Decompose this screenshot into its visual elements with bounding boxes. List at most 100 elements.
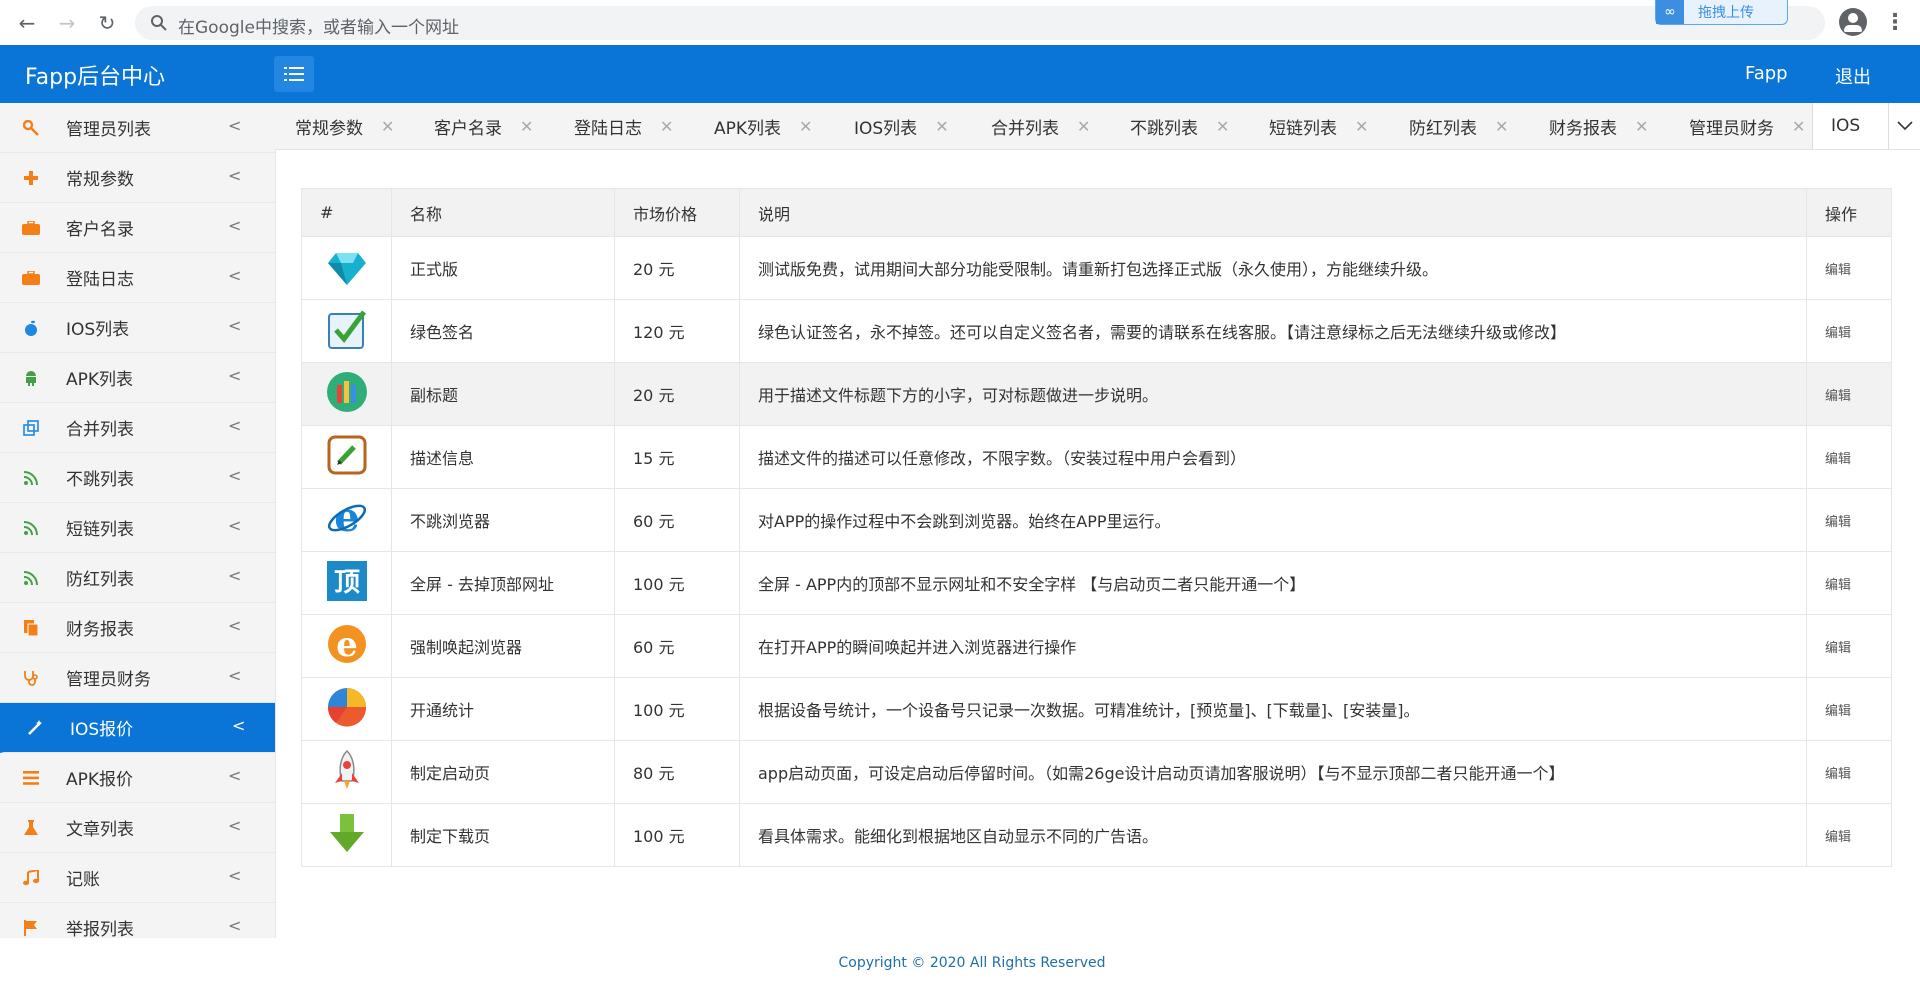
chevron-left-icon: < xyxy=(228,316,242,335)
rss-icon xyxy=(22,469,40,487)
sidebar-item[interactable]: APK报价 < xyxy=(0,753,275,803)
row-price: 100 元 xyxy=(614,677,740,741)
flag-icon xyxy=(22,919,40,937)
tab[interactable]: 合并列表 ✕ xyxy=(991,103,1090,149)
reload-icon[interactable]: ↻ xyxy=(94,10,120,36)
sidebar-item[interactable]: 登陆日志 < xyxy=(0,253,275,303)
row-desc: 用于描述文件标题下方的小字，可对标题做进一步说明。 xyxy=(739,362,1807,426)
tab[interactable]: 登陆日志 ✕ xyxy=(574,103,673,149)
table-row: 制定启动页 80 元 app启动页面，可设定启动后停留时间。（如需26ge设计启动页… xyxy=(301,740,1892,804)
sidebar-item[interactable]: 客户名录 < xyxy=(0,203,275,253)
stethoscope-icon xyxy=(22,669,40,687)
sidebar-item-label: 登陆日志 xyxy=(66,270,134,290)
close-icon[interactable]: ✕ xyxy=(1792,117,1805,136)
sidebar-item[interactable]: IOS列表 < xyxy=(0,303,275,353)
sidebar-item[interactable]: 常规参数 < xyxy=(0,153,275,203)
row-desc: 在打开APP的瞬间唤起并进入浏览器进行操作 xyxy=(739,614,1807,678)
close-icon[interactable]: ✕ xyxy=(520,117,533,136)
sidebar-item-label: IOS报价 xyxy=(70,720,134,740)
row-desc: 描述文件的描述可以任意修改，不限字数。（安装过程中用户会看到） xyxy=(739,425,1807,489)
row-desc: 全屏 - APP内的顶部不显示网址和不安全字样 【与启动页二者只能开通一个】 xyxy=(739,551,1807,615)
upload-badge-label: 拖拽上传 xyxy=(1698,5,1754,21)
row-icon-cell: e xyxy=(301,488,392,552)
tab[interactable]: 财务报表 ✕ xyxy=(1549,103,1648,149)
table-row: 副标题 20 元用于描述文件标题下方的小字，可对标题做进一步说明。 编辑 xyxy=(301,362,1892,426)
table-row: 绿色签名 120 元绿色认证签名，永不掉签。还可以自定义签名者，需要的请联系在线客… xyxy=(301,299,1892,363)
edit-link[interactable]: 编辑 xyxy=(1825,578,1851,593)
baidu-pan-icon: ∞ xyxy=(1656,0,1684,24)
file-icon xyxy=(22,619,40,637)
tab[interactable]: 不跳列表 ✕ xyxy=(1130,103,1229,149)
row-icon-cell: 顶 xyxy=(301,551,392,615)
row-price: 20 元 xyxy=(614,236,740,300)
sidebar-item[interactable]: 防红列表 < xyxy=(0,553,275,603)
tab[interactable]: 管理员财务 ✕ xyxy=(1689,103,1805,149)
edit-link[interactable]: 编辑 xyxy=(1825,704,1851,719)
row-action-cell: 编辑 xyxy=(1806,236,1892,300)
close-icon[interactable]: ✕ xyxy=(1635,117,1648,136)
chevron-left-icon: < xyxy=(228,866,242,885)
edit-link[interactable]: 编辑 xyxy=(1825,452,1851,467)
sidebar-item[interactable]: 记账 < xyxy=(0,853,275,903)
ie-blue-icon: e xyxy=(326,494,368,543)
tab[interactable]: 短链列表 ✕ xyxy=(1269,103,1368,149)
sidebar-item[interactable]: 举报列表 < xyxy=(0,903,275,938)
sidebar-item[interactable]: 管理员财务 < xyxy=(0,653,275,703)
edit-link[interactable]: 编辑 xyxy=(1825,389,1851,404)
sidebar-item[interactable]: 合并列表 < xyxy=(0,403,275,453)
sidebar-item[interactable]: 文章列表 < xyxy=(0,803,275,853)
sidebar-item[interactable]: APK列表 < xyxy=(0,353,275,403)
edit-link[interactable]: 编辑 xyxy=(1825,326,1851,341)
chevron-left-icon: < xyxy=(228,616,242,635)
sidebar-item[interactable]: 短链列表 < xyxy=(0,503,275,553)
flask-icon xyxy=(22,819,40,837)
user-link[interactable]: Fapp xyxy=(1745,63,1788,84)
edit-link[interactable]: 编辑 xyxy=(1825,767,1851,782)
sidebar-item[interactable]: 财务报表 < xyxy=(0,603,275,653)
back-icon[interactable]: ← xyxy=(14,10,40,36)
sidebar-item[interactable]: 管理员列表 < xyxy=(0,103,275,153)
tab-dropdown-button[interactable] xyxy=(1888,103,1920,149)
diamond-icon xyxy=(326,253,368,291)
close-icon[interactable]: ✕ xyxy=(1355,117,1368,136)
address-bar[interactable]: 在Google中搜索，或者输入一个网址 xyxy=(135,6,1825,40)
close-icon[interactable]: ✕ xyxy=(935,117,948,136)
row-desc: 测试版免费，试用期间大部分功能受限制。请重新打包选择正式版（永久使用），方能继续… xyxy=(739,236,1807,300)
close-icon[interactable]: ✕ xyxy=(1077,117,1090,136)
tab-label: 财务报表 xyxy=(1549,118,1617,139)
tab[interactable]: 常规参数 ✕ xyxy=(295,103,394,149)
edit-link[interactable]: 编辑 xyxy=(1825,263,1851,278)
chevron-left-icon: < xyxy=(228,166,242,185)
close-icon[interactable]: ✕ xyxy=(1216,117,1229,136)
android-icon xyxy=(22,369,40,387)
forward-icon[interactable]: → xyxy=(54,10,80,36)
row-name: 全屏 - 去掉顶部网址 xyxy=(391,551,615,615)
edit-link[interactable]: 编辑 xyxy=(1825,515,1851,530)
sidebar-item-label: APK报价 xyxy=(66,770,134,790)
sidebar-item-label: 短链列表 xyxy=(66,520,134,540)
sidebar-item[interactable]: 不跳列表 < xyxy=(0,453,275,503)
row-name: 绿色签名 xyxy=(391,299,615,363)
tab[interactable]: 客户名录 ✕ xyxy=(434,103,533,149)
menu-toggle-button[interactable] xyxy=(274,56,314,92)
chevron-left-icon: < xyxy=(228,516,242,535)
close-icon[interactable]: ✕ xyxy=(381,117,394,136)
tab[interactable]: 防红列表 ✕ xyxy=(1409,103,1508,149)
chevron-left-icon: < xyxy=(228,366,242,385)
close-icon[interactable]: ✕ xyxy=(1495,117,1508,136)
tab[interactable]: IOS列表 ✕ xyxy=(854,103,949,149)
edit-note-icon xyxy=(326,435,368,480)
close-icon[interactable]: ✕ xyxy=(660,117,673,136)
edit-link[interactable]: 编辑 xyxy=(1825,830,1851,845)
more-menu-icon[interactable]: ⋮ xyxy=(1884,10,1906,35)
row-desc: 对APP的操作过程中不会跳到浏览器。始终在APP里运行。 xyxy=(739,488,1807,552)
profile-avatar-icon[interactable] xyxy=(1839,8,1867,36)
upload-badge[interactable]: ∞ 拖拽上传 xyxy=(1655,0,1788,25)
sidebar-item[interactable]: IOS报价 < xyxy=(0,703,275,753)
row-action-cell: 编辑 xyxy=(1806,425,1892,489)
close-icon[interactable]: ✕ xyxy=(799,117,812,136)
chevron-left-icon: < xyxy=(228,566,242,585)
logout-link[interactable]: 退出 xyxy=(1835,63,1871,89)
edit-link[interactable]: 编辑 xyxy=(1825,641,1851,656)
tab[interactable]: APK列表 ✕ xyxy=(714,103,812,149)
